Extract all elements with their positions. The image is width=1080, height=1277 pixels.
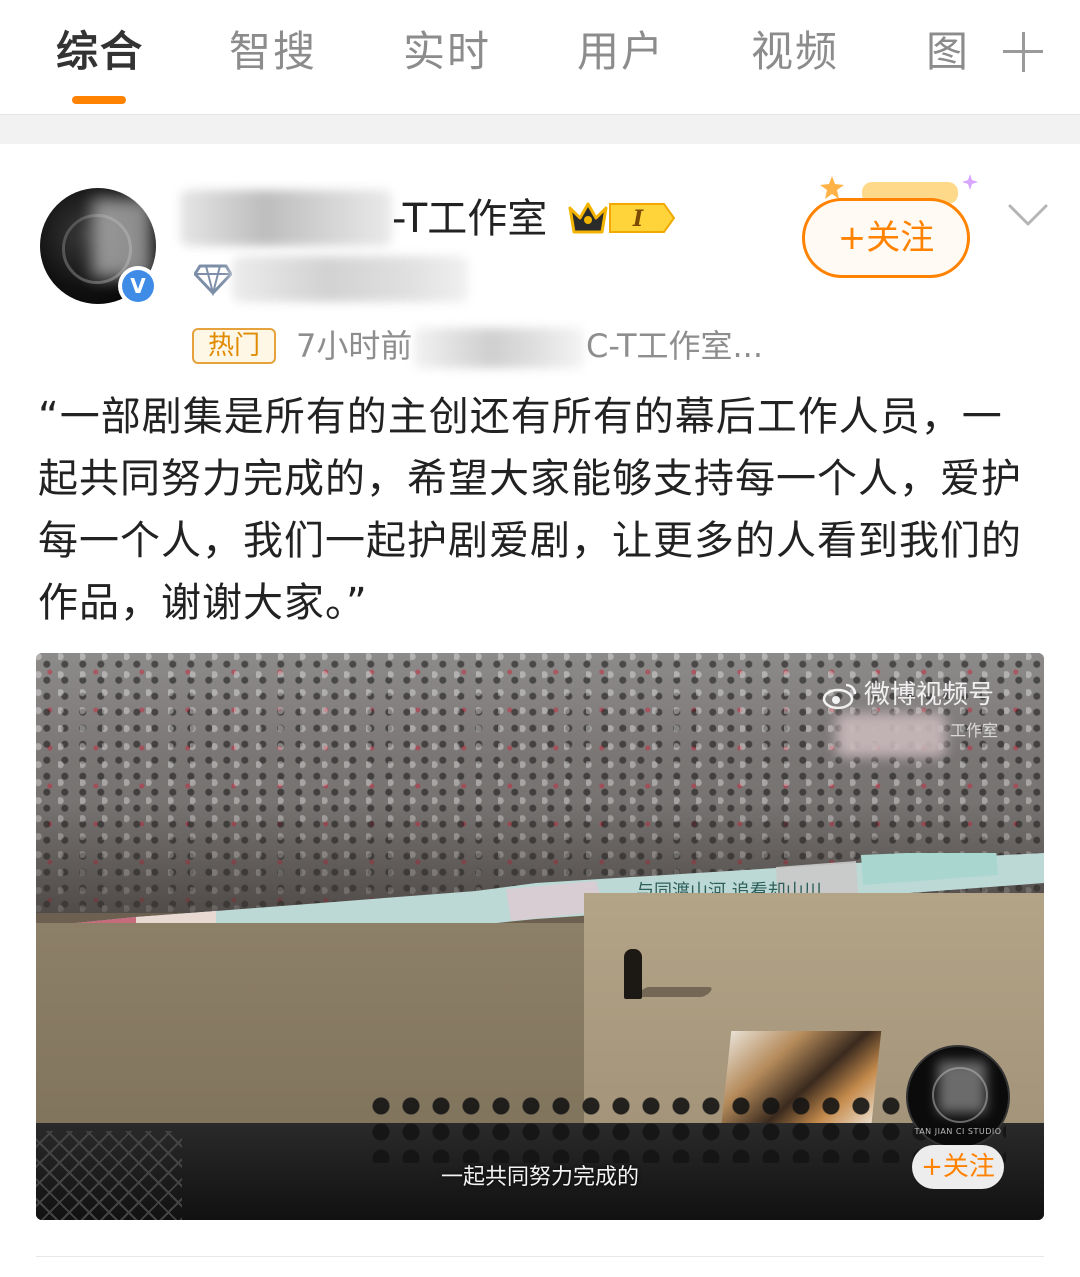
verified-badge-icon: V bbox=[118, 266, 158, 306]
follow-button[interactable]: +关注 bbox=[802, 198, 970, 278]
hot-tag: 热门 bbox=[192, 328, 276, 364]
section-divider bbox=[0, 114, 1080, 144]
video-watermark: 微博视频号 bbox=[822, 679, 994, 711]
blurred-user-info bbox=[232, 256, 468, 302]
crown-member-badge-icon: I bbox=[568, 202, 676, 234]
tab-smart-search[interactable]: 智搜 bbox=[229, 22, 317, 82]
search-tab-bar: 综合 智搜 实时 用户 视频 图 bbox=[0, 0, 1080, 114]
post-text[interactable]: “一部剧集是所有的主创还有所有的幕后工作人员，一起共同努力完成的，希望大家能够支… bbox=[38, 386, 1042, 634]
post-source[interactable]: C-T工作室... bbox=[586, 326, 763, 366]
weibo-logo-icon bbox=[822, 683, 857, 709]
post-divider bbox=[36, 1256, 1044, 1257]
video-subtitle: 一起共同努力完成的 bbox=[440, 1165, 639, 1190]
active-tab-indicator bbox=[72, 96, 126, 104]
post-time: 7小时前 bbox=[296, 327, 413, 365]
tab-comprehensive[interactable]: 综合 bbox=[56, 22, 144, 82]
watermark-sub: 工作室 bbox=[950, 721, 999, 740]
channel-studio-text: TAN JIAN CI STUDIO bbox=[914, 1127, 1002, 1136]
blurred-source bbox=[414, 328, 584, 368]
tab-realtime[interactable]: 实时 bbox=[403, 22, 491, 82]
blurred-watermark-name bbox=[836, 713, 946, 757]
channel-avatar[interactable]: TAN JIAN CI STUDIO bbox=[906, 1045, 1010, 1149]
person-walking bbox=[624, 949, 642, 999]
tab-images[interactable]: 图 bbox=[926, 22, 970, 82]
post-video[interactable]: 与同渡山河 追看却山川 微博视频号 工作室 TAN JIAN CI STUDIO… bbox=[36, 653, 1044, 1220]
plus-icon[interactable] bbox=[1000, 28, 1046, 74]
username[interactable]: -T工作室 bbox=[392, 194, 547, 244]
chevron-down-icon[interactable] bbox=[1006, 200, 1050, 230]
blurred-username bbox=[180, 190, 392, 246]
tab-video[interactable]: 视频 bbox=[751, 22, 839, 82]
diamond-icon bbox=[194, 264, 232, 296]
badge-level: I bbox=[632, 206, 644, 232]
tab-users[interactable]: 用户 bbox=[577, 22, 665, 82]
watermark-text: 微博视频号 bbox=[864, 680, 995, 710]
